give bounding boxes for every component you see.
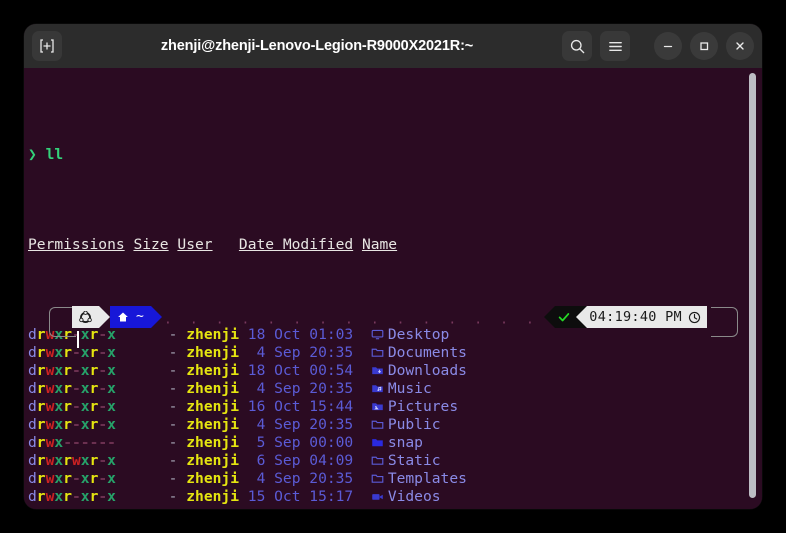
time-segment: 04:19:40 PM (587, 306, 707, 328)
cell-user: zhenji (177, 434, 239, 451)
cell-date: 6 Sep 04:09 (239, 452, 354, 469)
screen: zhenji@zhenji-Lenovo-Legion-R9000X2021R:… (0, 0, 786, 533)
terminal-scrollbar[interactable] (749, 73, 756, 498)
column-header-name: Name (361, 236, 398, 253)
prompt-filler-dots: · · · · · · · · · · · · · · · · · · · · … (164, 316, 559, 331)
cell-user: zhenji (177, 362, 239, 379)
folder-image-icon (371, 400, 388, 413)
clock-icon (688, 311, 701, 323)
column-header-permissions: Permissions (28, 236, 125, 253)
cell-name[interactable]: Public (388, 416, 441, 433)
menu-button[interactable] (600, 31, 630, 61)
folder-open-icon (371, 472, 388, 485)
new-tab-icon (40, 39, 54, 53)
cell-name[interactable]: Videos (388, 488, 441, 505)
cell-size: - (115, 452, 178, 469)
folder-open-icon (371, 346, 388, 359)
command-line: ❯ ll (28, 146, 762, 164)
powerline-left: ~ (72, 306, 162, 328)
search-button[interactable] (562, 31, 592, 61)
cell-name[interactable]: snap (388, 434, 423, 451)
table-row: drwxrwxr-x - zhenji 6 Sep 04:09 Static (28, 452, 762, 470)
os-segment (72, 306, 99, 328)
powerline-sep-4 (576, 306, 588, 328)
cell-name[interactable]: Music (388, 380, 432, 397)
folder-download-icon (371, 364, 388, 377)
shell-prompt: ~ · · · · · · · · · · · · · · · · · · · … (24, 301, 754, 348)
search-icon (570, 39, 584, 53)
cell-size: - (115, 398, 178, 415)
file-listing: drwxr-xr-x - zhenji 18 Oct 01:03 Desktop… (28, 326, 762, 506)
cell-name[interactable]: Downloads (388, 362, 467, 379)
cell-name[interactable]: Pictures (388, 398, 458, 415)
cell-size: - (115, 470, 178, 487)
cell-date: 16 Oct 15:44 (239, 398, 354, 415)
close-button[interactable] (726, 32, 754, 60)
cell-user: zhenji (177, 416, 239, 433)
table-row: drwxr-xr-x - zhenji 4 Sep 20:35 Music (28, 380, 762, 398)
minimize-button[interactable] (654, 32, 682, 60)
column-header-user: User (177, 236, 213, 253)
powerline-sep-1 (99, 306, 110, 328)
status-segment (555, 306, 577, 328)
maximize-icon (700, 42, 709, 51)
cell-user: zhenji (177, 452, 239, 469)
check-icon (559, 313, 570, 322)
cell-user: zhenji (177, 488, 239, 505)
hamburger-menu-icon (608, 41, 622, 51)
cell-date: 4 Sep 20:35 (239, 416, 354, 433)
text-cursor (77, 331, 79, 348)
cell-user: zhenji (177, 380, 239, 397)
cell-date: 5 Sep 00:00 (239, 434, 354, 451)
window-title: zhenji@zhenji-Lenovo-Legion-R9000X2021R:… (160, 38, 474, 54)
folder-music-icon (371, 382, 388, 395)
cell-user: zhenji (177, 470, 239, 487)
column-header-date: Date Modified (238, 236, 354, 253)
home-icon (118, 312, 128, 322)
folder-video-icon (371, 490, 388, 503)
table-row: drwxr-xr-x - zhenji 18 Oct 00:54 Downloa… (28, 362, 762, 380)
cell-size: - (115, 416, 178, 433)
path-text: ~ (136, 309, 144, 324)
cell-date: 4 Sep 20:35 (239, 470, 354, 487)
prompt-symbol: ❯ (28, 146, 37, 163)
minimize-icon (663, 45, 673, 48)
new-tab-button[interactable] (32, 31, 62, 61)
cell-size: - (115, 362, 178, 379)
folder-open-icon (371, 418, 388, 431)
terminal-window: zhenji@zhenji-Lenovo-Legion-R9000X2021R:… (24, 24, 762, 509)
cell-size: - (115, 488, 178, 505)
cell-size: - (115, 434, 178, 451)
cell-date: 18 Oct 00:54 (239, 362, 354, 379)
powerline-sep-2 (150, 306, 162, 328)
command-text: ll (45, 146, 64, 163)
terminal-content[interactable]: ❯ ll Permissions Size User Date Modified… (24, 68, 762, 509)
table-row: drwxr-xr-x - zhenji 16 Oct 15:44 Picture… (28, 398, 762, 416)
cell-date: 15 Oct 15:17 (239, 488, 354, 505)
powerline-right: 04:19:40 PM (544, 306, 707, 328)
table-row: drwxr-xr-x - zhenji 4 Sep 20:35 Public (28, 416, 762, 434)
maximize-button[interactable] (690, 32, 718, 60)
table-header: Permissions Size User Date Modified Name (28, 236, 762, 254)
powerline-sep-3 (544, 306, 556, 328)
ubuntu-icon (79, 310, 92, 323)
folder-solid-icon (371, 436, 388, 449)
cell-name[interactable]: Static (388, 452, 441, 469)
path-segment: ~ (110, 306, 151, 328)
cell-user: zhenji (177, 398, 239, 415)
cell-size: - (115, 380, 178, 397)
table-row: drwxr-xr-x - zhenji 4 Sep 20:35 Template… (28, 470, 762, 488)
time-text: 04:19:40 PM (589, 309, 682, 325)
cell-name[interactable]: Templates (388, 470, 467, 487)
table-row: drwx------ - zhenji 5 Sep 00:00 snap (28, 434, 762, 452)
window-controls (562, 31, 754, 61)
prompt-frame-right (711, 307, 738, 337)
table-row: drwxr-xr-x - zhenji 15 Oct 15:17 Videos (28, 488, 762, 506)
cell-date: 4 Sep 20:35 (239, 380, 354, 397)
title-bar: zhenji@zhenji-Lenovo-Legion-R9000X2021R:… (24, 24, 762, 68)
folder-open-icon (371, 454, 388, 467)
column-header-size: Size (133, 236, 169, 253)
close-icon (736, 42, 744, 50)
